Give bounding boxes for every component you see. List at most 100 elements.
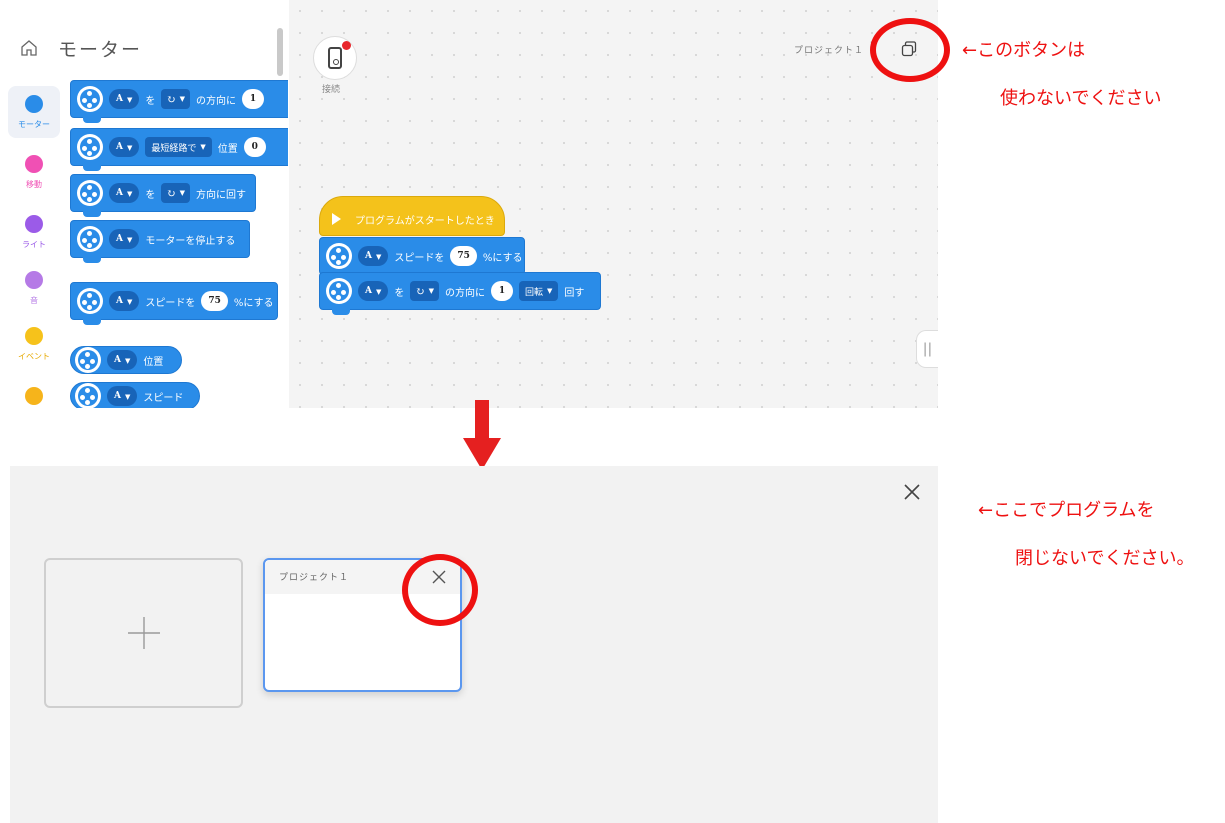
value-input[interactable]: 75	[201, 291, 228, 311]
value-input[interactable]: 1	[241, 89, 264, 109]
caret-icon: ▼	[375, 251, 382, 261]
connect-button[interactable]	[313, 36, 357, 80]
play-icon	[332, 213, 341, 225]
port-dropdown[interactable]: A ▼	[107, 386, 138, 406]
caret-icon: ▼	[547, 287, 553, 295]
connect-label: 接続	[322, 85, 341, 95]
port-value: A	[116, 142, 123, 152]
block-text: スピード	[143, 392, 184, 404]
block-start-motor[interactable]: A ▼ を ↻ ▼ 方向に回す	[70, 174, 256, 217]
port-dropdown[interactable]: A ▼	[109, 229, 140, 249]
category-label: ライト	[22, 239, 46, 249]
block-text: 方向に回す	[195, 189, 246, 201]
category-label: 音	[30, 295, 38, 305]
category-dot	[25, 326, 43, 345]
port-dropdown[interactable]: A ▼	[109, 183, 140, 203]
direction-dropdown[interactable]: ↻ ▼	[161, 183, 190, 203]
highlight-circle-top	[870, 18, 950, 82]
when-program-starts-block[interactable]: プログラムがスタートしたとき	[319, 196, 505, 236]
motor-icon	[77, 288, 103, 314]
block-set-speed[interactable]: A ▼ スピードを 75 %にする	[70, 282, 278, 325]
script-set-speed-block[interactable]: A ▼ スピードを 75 %にする	[319, 237, 525, 280]
caret-icon: ▼	[126, 234, 133, 244]
category-label: 移動	[26, 179, 42, 189]
motor-icon	[77, 180, 103, 206]
block-run-motor-direction[interactable]: A ▼ を ↻ ▼ の方向に 1	[70, 80, 288, 123]
direction-icon: ↻	[415, 284, 425, 298]
port-value: A	[365, 251, 372, 261]
code-canvas[interactable]: 接続 プロジェクト１ ⋮ || プログラムがスタートしたとき A ▼ スピードを …	[289, 0, 938, 408]
motor-icon	[75, 383, 101, 408]
caret-icon: ▼	[200, 143, 206, 151]
reporter-speed[interactable]: A ▼ スピード	[70, 382, 200, 408]
block-text: 回す	[564, 287, 585, 299]
block-go-to-position[interactable]: A ▼ 最短経路で ▼ 位置 0	[70, 128, 288, 171]
block-text: %にする	[233, 297, 274, 309]
port-value: A	[116, 234, 123, 244]
block-text: の方向に	[444, 287, 485, 299]
caret-icon: ▼	[126, 188, 133, 198]
project-name[interactable]: プロジェクト１	[794, 43, 864, 56]
side-panel-handle[interactable]: ||	[916, 330, 938, 368]
mode-dropdown[interactable]: 最短経路で ▼	[145, 137, 212, 157]
port-dropdown[interactable]: A ▼	[109, 89, 140, 109]
port-dropdown[interactable]: A ▼	[107, 350, 138, 370]
direction-dropdown[interactable]: ↻ ▼	[410, 281, 439, 301]
motor-icon	[326, 243, 352, 269]
annotation-bottom-line1: ←ここでプログラムを	[978, 500, 1155, 521]
port-value: A	[116, 188, 123, 198]
port-dropdown[interactable]: A ▼	[358, 281, 389, 301]
port-dropdown[interactable]: A ▼	[358, 246, 389, 266]
port-value: A	[114, 355, 121, 365]
script-run-motor-block[interactable]: A ▼ を ↻ ▼ の方向に 1 回転 ▼ 回す	[319, 272, 601, 315]
caret-icon: ▼	[179, 95, 185, 103]
category-dot	[25, 270, 43, 289]
reporter-position[interactable]: A ▼ 位置	[70, 346, 182, 374]
value-input[interactable]: 75	[450, 246, 477, 266]
annotation-top-line2: 使わないでください	[1000, 88, 1162, 109]
category-control[interactable]	[8, 370, 60, 408]
category-move[interactable]: 移動	[8, 146, 60, 198]
home-icon[interactable]	[20, 39, 38, 57]
port-value: A	[114, 391, 121, 401]
caret-icon: ▼	[375, 286, 382, 296]
palette-scrollbar[interactable]	[277, 28, 283, 76]
category-title: モーター	[58, 38, 143, 61]
close-icon[interactable]	[900, 480, 924, 504]
category-motor[interactable]: モーター	[8, 86, 60, 138]
disconnected-dot	[342, 41, 351, 50]
caret-icon: ▼	[428, 287, 434, 295]
block-text: 位置	[143, 356, 164, 368]
annotation-top-line1: ←このボタンは	[962, 40, 1086, 61]
category-sound[interactable]: 音	[8, 262, 60, 314]
port-dropdown[interactable]: A ▼	[109, 291, 140, 311]
caret-icon: ▼	[126, 142, 133, 152]
category-event[interactable]: イベント	[8, 318, 60, 370]
value-input[interactable]: 1	[490, 281, 513, 301]
value-input[interactable]: 0	[243, 137, 266, 157]
block-palette: A ▼ を ↻ ▼ の方向に 1 A ▼ 最短経路で ▼ 位置 0 A ▼ を ↻ ▼ 方向…	[60, 70, 288, 408]
motor-icon	[75, 347, 101, 373]
block-text: 位置	[217, 143, 238, 155]
category-label: イベント	[18, 351, 50, 361]
category-rail: モーター 移動 ライト 音 イベント	[8, 86, 60, 408]
block-text: %にする	[482, 252, 523, 264]
category-dot	[25, 154, 43, 173]
direction-icon: ↻	[166, 92, 176, 106]
caret-icon: ▼	[126, 296, 133, 306]
block-text: スピードを	[145, 297, 196, 309]
category-dot	[25, 387, 43, 405]
motor-icon	[326, 278, 352, 304]
direction-icon: ↻	[166, 186, 176, 200]
category-dot	[25, 214, 43, 233]
highlight-circle-bottom	[402, 554, 478, 626]
direction-dropdown[interactable]: ↻ ▼	[161, 89, 190, 109]
caret-icon: ▼	[126, 94, 133, 104]
category-dot	[25, 94, 43, 113]
category-header: モーター	[20, 30, 142, 66]
category-light[interactable]: ライト	[8, 206, 60, 258]
port-dropdown[interactable]: A ▼	[109, 137, 140, 157]
new-project-card[interactable]	[44, 558, 243, 708]
block-stop-motor[interactable]: A ▼ モーターを停止する	[70, 220, 250, 263]
unit-dropdown[interactable]: 回転 ▼	[518, 281, 559, 301]
